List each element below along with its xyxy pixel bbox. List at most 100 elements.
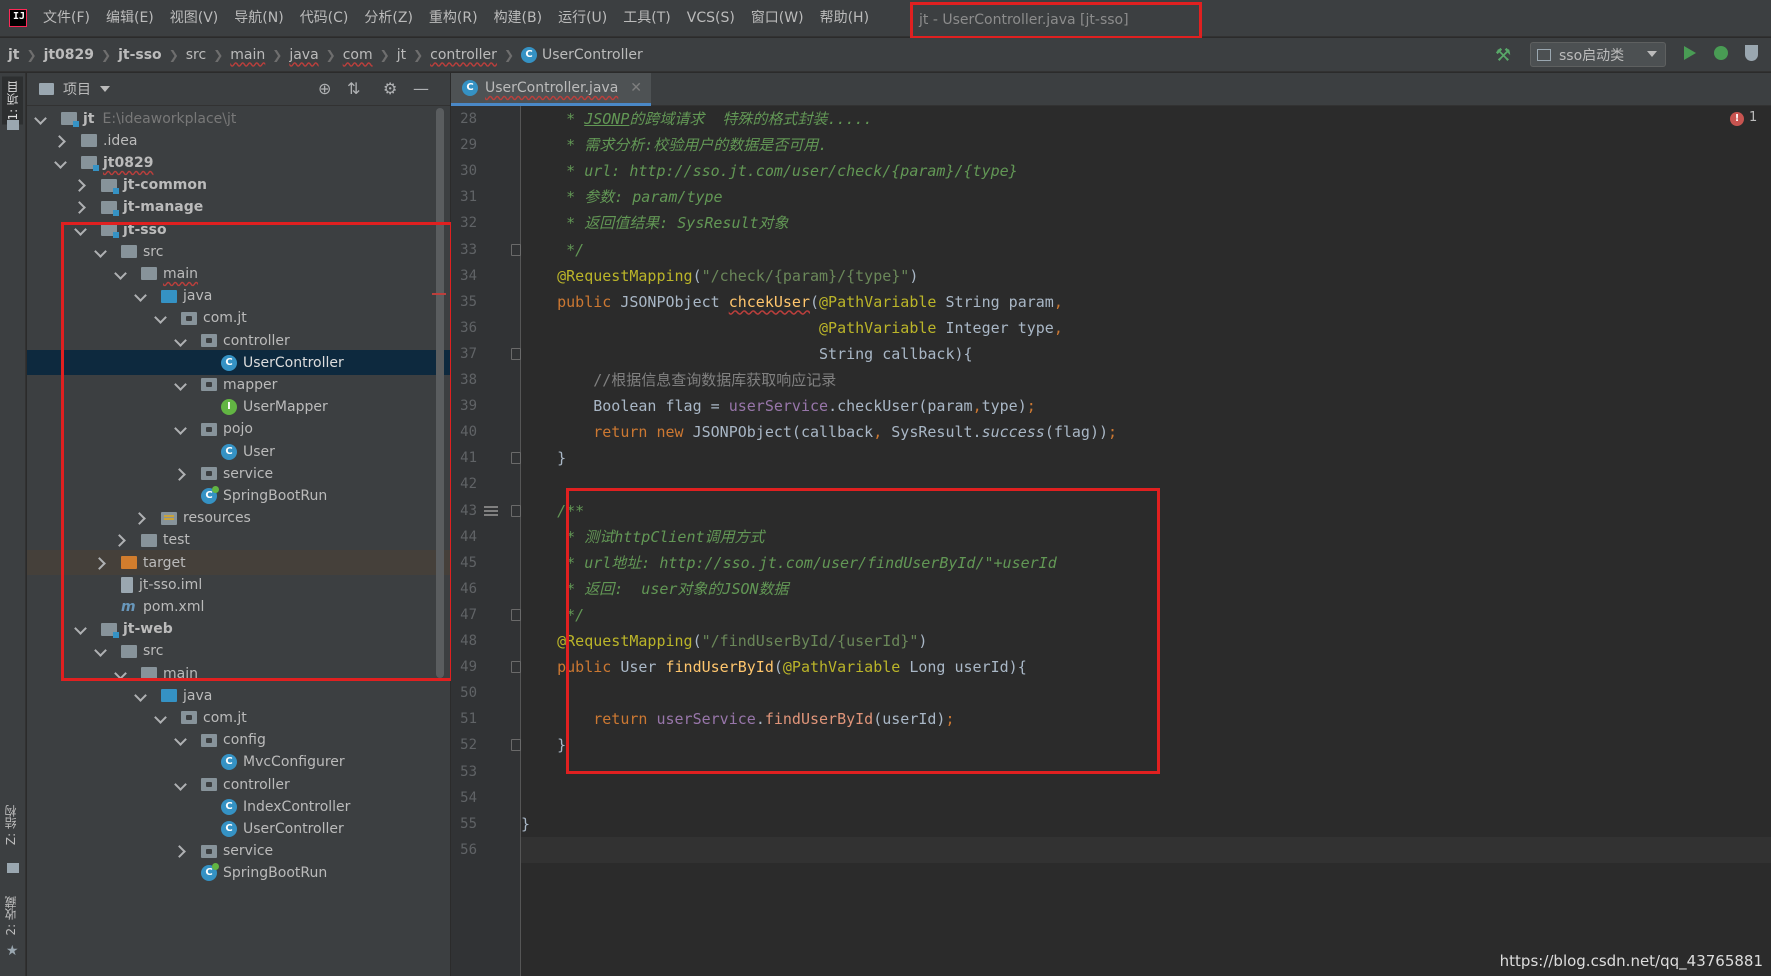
code-line[interactable]: * url: http://sso.jt.com/user/check/{par… xyxy=(521,158,1771,184)
coverage-icon[interactable] xyxy=(1745,45,1758,61)
chevron-right-icon[interactable] xyxy=(115,534,127,546)
menu-item-2[interactable]: 视图(V) xyxy=(162,0,227,37)
menu-item-7[interactable]: 构建(B) xyxy=(486,0,551,37)
chevron-down-icon[interactable] xyxy=(55,157,67,169)
build-hammer-icon[interactable]: ⚒ xyxy=(1495,45,1511,66)
code-line[interactable]: return userService.findUserById(userId); xyxy=(521,706,1771,732)
code-line[interactable]: @PathVariable Integer type, xyxy=(521,315,1771,341)
code-line[interactable]: @RequestMapping("/findUserById/{userId}"… xyxy=(521,628,1771,654)
chevron-down-icon[interactable] xyxy=(175,734,187,746)
fold-icon[interactable] xyxy=(511,452,521,465)
code-line[interactable] xyxy=(521,680,1771,706)
chevron-right-icon[interactable] xyxy=(95,557,107,569)
fold-icon[interactable] xyxy=(511,608,521,621)
breadcrumb-item[interactable]: C UserController xyxy=(521,46,643,63)
code-editor[interactable]: * JSONP的跨域请求 特殊的格式封装..... * 需求分析:校验用户的数据… xyxy=(521,106,1771,976)
breadcrumb-item[interactable]: java xyxy=(289,47,318,63)
tab-project-tool[interactable]: 1: 项目 xyxy=(2,77,23,125)
code-line[interactable]: public JSONPObject chcekUser(@PathVariab… xyxy=(521,289,1771,315)
tree-item[interactable]: C SpringBootRun xyxy=(27,861,450,886)
breadcrumb-item[interactable]: controller xyxy=(430,47,497,63)
gear-icon[interactable]: ⚙ xyxy=(383,81,397,97)
code-line[interactable] xyxy=(521,785,1771,811)
code-line[interactable]: * 测试httpClient调用方式 xyxy=(521,524,1771,550)
run-configuration-select[interactable]: sso启动类 xyxy=(1530,42,1666,67)
chevron-down-icon[interactable] xyxy=(115,268,127,280)
fold-icon[interactable] xyxy=(511,243,521,256)
menu-item-12[interactable]: 帮助(H) xyxy=(812,0,877,37)
project-panel-title[interactable]: 项目 xyxy=(63,79,91,99)
code-line[interactable]: */ xyxy=(521,602,1771,628)
tab-structure-tool[interactable]: Z: 结构 xyxy=(2,805,19,845)
chevron-down-icon[interactable] xyxy=(175,335,187,347)
breadcrumb-item[interactable]: src xyxy=(186,47,206,63)
chevron-right-icon[interactable] xyxy=(175,468,187,480)
chevron-down-icon[interactable] xyxy=(135,290,147,302)
breadcrumb-item[interactable]: jt xyxy=(8,47,20,63)
chevron-down-icon[interactable] xyxy=(135,690,147,702)
fold-icon[interactable] xyxy=(511,347,521,360)
code-line[interactable]: * JSONP的跨域请求 特殊的格式封装..... xyxy=(521,106,1771,132)
menu-item-6[interactable]: 重构(R) xyxy=(421,0,486,37)
debug-icon[interactable] xyxy=(1714,46,1728,60)
chevron-down-icon[interactable] xyxy=(175,379,187,391)
chevron-down-icon[interactable] xyxy=(155,312,167,324)
chevron-down-icon[interactable] xyxy=(155,712,167,724)
menu-item-5[interactable]: 分析(Z) xyxy=(356,0,421,37)
code-line[interactable]: /** xyxy=(521,498,1771,524)
fold-icon[interactable] xyxy=(511,661,521,674)
code-line[interactable]: */ xyxy=(521,237,1771,263)
chevron-down-icon[interactable] xyxy=(175,423,187,435)
menu-item-1[interactable]: 编辑(E) xyxy=(98,0,162,37)
menu-item-0[interactable]: 文件(F) xyxy=(35,0,98,37)
code-line[interactable]: } xyxy=(521,445,1771,471)
minimize-icon[interactable]: — xyxy=(413,81,429,97)
breadcrumb-item[interactable]: jt0829 xyxy=(44,47,94,63)
chevron-right-icon[interactable] xyxy=(55,135,67,147)
code-line[interactable]: * 需求分析:校验用户的数据是否可用. xyxy=(521,132,1771,158)
menu-item-3[interactable]: 导航(N) xyxy=(226,0,291,37)
code-line[interactable] xyxy=(521,759,1771,785)
chevron-right-icon[interactable] xyxy=(175,845,187,857)
code-line[interactable]: //根据信息查询数据库获取响应记录 xyxy=(521,367,1771,393)
chevron-down-icon[interactable] xyxy=(115,668,127,680)
code-line[interactable]: public User findUserById(@PathVariable L… xyxy=(521,654,1771,680)
error-indicator-icon[interactable]: ! xyxy=(1730,112,1744,126)
breadcrumb-item[interactable]: jt xyxy=(397,47,406,63)
code-line[interactable]: String callback){ xyxy=(521,341,1771,367)
run-icon[interactable] xyxy=(1684,46,1696,60)
tab-usercontroller-java[interactable]: C UserController.java ✕ xyxy=(451,73,651,106)
menu-item-4[interactable]: 代码(C) xyxy=(292,0,357,37)
collapse-all-icon[interactable]: ⇅ xyxy=(347,81,360,97)
chevron-right-icon[interactable] xyxy=(75,201,87,213)
breadcrumb-item[interactable]: jt-sso xyxy=(118,47,162,63)
menu-item-10[interactable]: VCS(S) xyxy=(679,0,743,37)
project-tree-scrollbar[interactable] xyxy=(436,108,444,678)
chevron-down-icon[interactable] xyxy=(95,645,107,657)
breadcrumb-item[interactable]: com xyxy=(343,47,373,63)
breadcrumb-item[interactable]: main xyxy=(230,47,265,63)
code-line[interactable]: * url地址: http://sso.jt.com/user/findUser… xyxy=(521,550,1771,576)
menu-item-11[interactable]: 窗口(W) xyxy=(743,0,812,37)
tab-favorites-tool[interactable]: 2: 收藏 xyxy=(2,896,19,936)
chevron-down-icon[interactable] xyxy=(175,779,187,791)
close-icon[interactable]: ✕ xyxy=(630,80,642,96)
code-line[interactable]: Boolean flag = userService.checkUser(par… xyxy=(521,393,1771,419)
doc-render-icon[interactable] xyxy=(484,505,498,516)
code-line[interactable]: @RequestMapping("/check/{param}/{type}") xyxy=(521,263,1771,289)
fold-icon[interactable] xyxy=(511,739,521,752)
code-line[interactable]: * 返回: user对象的JSON数据 xyxy=(521,576,1771,602)
chevron-down-icon[interactable] xyxy=(75,623,87,635)
menu-item-8[interactable]: 运行(U) xyxy=(550,0,615,37)
code-line[interactable] xyxy=(521,471,1771,497)
code-line[interactable]: } xyxy=(521,811,1771,837)
menu-item-9[interactable]: 工具(T) xyxy=(615,0,678,37)
locate-icon[interactable]: ⊕ xyxy=(318,81,331,97)
code-line[interactable]: return new JSONPObject(callback, SysResu… xyxy=(521,419,1771,445)
code-line[interactable] xyxy=(521,836,1771,863)
code-line[interactable]: * 返回值结果: SysResult对象 xyxy=(521,210,1771,236)
fold-icon[interactable] xyxy=(511,504,521,517)
chevron-down-icon[interactable] xyxy=(100,86,110,92)
chevron-down-icon[interactable] xyxy=(35,113,47,125)
chevron-right-icon[interactable] xyxy=(75,179,87,191)
